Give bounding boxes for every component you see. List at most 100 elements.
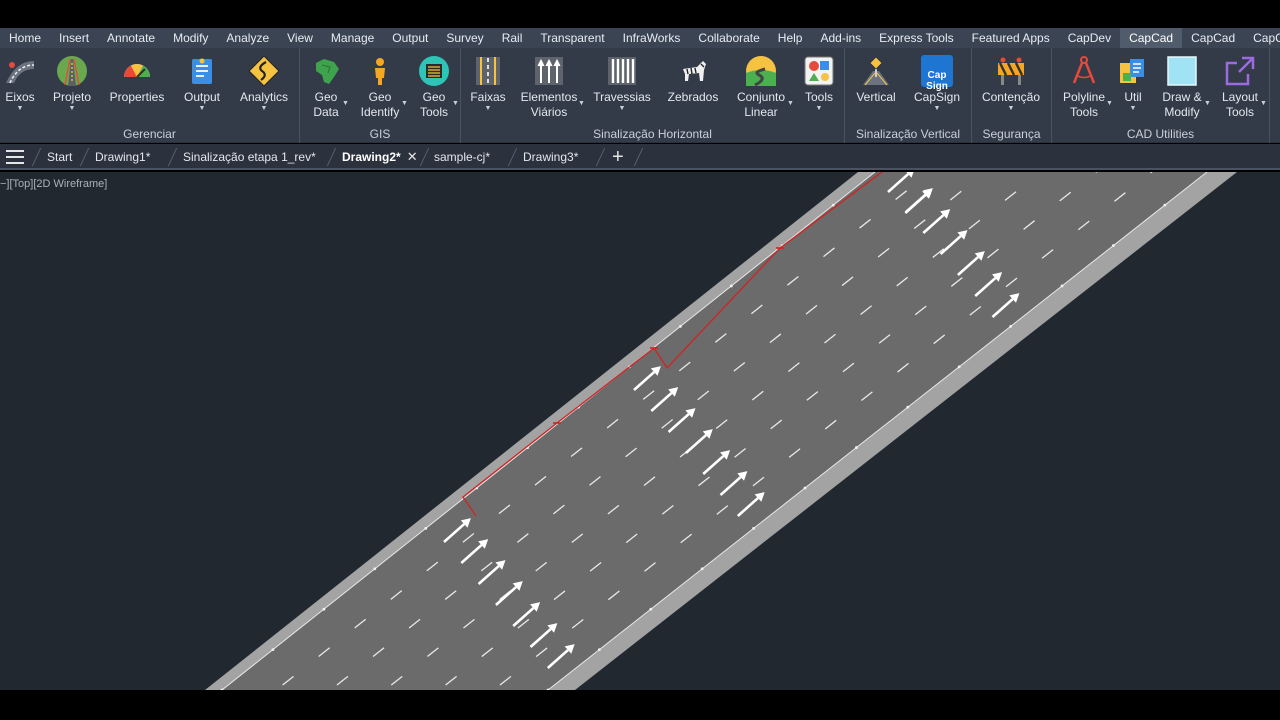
drawing-viewport[interactable]: −][Top][2D Wireframe] — [0, 172, 1280, 690]
chevron-down-icon: ▼ — [484, 105, 492, 112]
tab-separator — [326, 148, 337, 166]
calculator-util-icon — [1120, 59, 1144, 83]
capsign-logo-text: Cap Sign — [926, 70, 948, 92]
ribbon: Eixos ▼ Projeto ▼ Properties Output ▼ An… — [0, 48, 1280, 143]
ribbon-tab-view[interactable]: View — [278, 28, 322, 48]
road-curve-icon — [6, 61, 35, 84]
ribbon-tab-infraworks[interactable]: InfraWorks — [614, 28, 690, 48]
ribbon-tab-home[interactable]: Home — [0, 28, 50, 48]
tab-sinalizacao-etapa[interactable]: Sinalização etapa 1_rev* — [183, 144, 316, 170]
ribbon-tab-bar: Home Insert Annotate Modify Analyze View… — [0, 28, 1280, 48]
edge-delineator — [1163, 203, 1167, 207]
capsign-logo-icon: Cap Sign — [921, 55, 953, 92]
person-identify-icon — [375, 58, 385, 85]
panel-sinalizacao-horizontal: Faixas ▼ Elementos Viários ▼ Travessias … — [461, 48, 845, 143]
ribbon-tab-help[interactable]: Help — [769, 28, 812, 48]
shapes-tools-icon — [804, 56, 834, 86]
tab-drawing3[interactable]: Drawing3* — [523, 144, 578, 170]
chevron-down-icon: ▼ — [618, 105, 626, 112]
ribbon-tab-output[interactable]: Output — [383, 28, 437, 48]
tab-separator — [507, 148, 518, 166]
gauge-icon — [124, 64, 150, 78]
crosswalk-icon — [608, 57, 636, 85]
chevron-down-icon: ▼ — [260, 105, 268, 112]
ribbon-tab-addins[interactable]: Add-ins — [811, 28, 870, 48]
edge-delineator — [855, 446, 858, 449]
edge-delineator — [1009, 324, 1013, 328]
chevron-down-icon: ▼ — [578, 100, 585, 107]
new-tab-plus-icon[interactable]: + — [612, 146, 624, 168]
ribbon-tab-transparent[interactable]: Transparent — [531, 28, 613, 48]
edge-delineator — [322, 607, 326, 611]
edge-delineator — [831, 203, 835, 207]
ribbon-tab-insert[interactable]: Insert — [50, 28, 98, 48]
road-sign-post-icon — [863, 56, 889, 86]
ribbon-tab-featured-apps[interactable]: Featured Apps — [963, 28, 1059, 48]
ribbon-tab-annotate[interactable]: Annotate — [98, 28, 164, 48]
panel-title-gerenciar: Gerenciar — [123, 127, 176, 141]
edge-delineator — [1060, 284, 1064, 288]
output-button[interactable]: Output ▼ — [170, 53, 234, 113]
ribbon-tab-modify[interactable]: Modify — [164, 28, 217, 48]
panel-title-seguranca: Segurança — [982, 127, 1041, 141]
tab-separator — [633, 148, 644, 166]
faixas-button[interactable]: Faixas ▼ — [456, 53, 520, 113]
ribbon-tab-analyze[interactable]: Analyze — [217, 28, 278, 48]
edge-delineator — [957, 365, 961, 369]
conjunto-linear-button[interactable]: Conjunto Linear — [729, 53, 793, 120]
tab-separator — [167, 148, 178, 166]
properties-button[interactable]: Properties — [105, 53, 169, 105]
layout-tools-button[interactable]: Layout Tools — [1208, 53, 1272, 120]
ribbon-tab-survey[interactable]: Survey — [437, 28, 492, 48]
analytics-button[interactable]: Analytics ▼ — [232, 53, 296, 113]
ribbon-tab-capcad-active[interactable]: CapCad — [1120, 28, 1183, 48]
hamburger-menu-icon[interactable] — [6, 150, 24, 164]
tab-drawing1[interactable]: Drawing1* — [95, 144, 150, 170]
ribbon-tab-capcad-3[interactable]: CapCad — [1244, 28, 1280, 48]
edge-delineator — [373, 567, 377, 571]
ribbon-tab-rail[interactable]: Rail — [493, 28, 532, 48]
tab-separator — [31, 148, 42, 166]
ribbon-tab-collaborate[interactable]: Collaborate — [689, 28, 768, 48]
chevron-down-icon: ▼ — [198, 105, 206, 112]
capsign-button[interactable]: Cap Sign CapSign ▼ — [905, 53, 969, 113]
draw-square-icon — [1167, 56, 1197, 86]
ribbon-tab-capcad-2[interactable]: CapCad — [1182, 28, 1244, 48]
panel-title-sinalizacao-vertical: Sinalização Vertical — [855, 127, 961, 141]
close-tab-icon[interactable]: ✕ — [407, 149, 418, 164]
edge-delineator — [424, 526, 428, 530]
projeto-button[interactable]: Projeto ▼ — [40, 53, 104, 113]
lane-stripes-icon — [476, 57, 500, 85]
chevron-down-icon: ▼ — [1007, 105, 1015, 112]
panel-gerenciar: Eixos ▼ Projeto ▼ Properties Output ▼ An… — [0, 48, 300, 143]
tab-separator — [419, 148, 430, 166]
travessias-button[interactable]: Travessias ▼ — [590, 53, 654, 113]
vertical-button[interactable]: Vertical — [844, 53, 908, 105]
document-tab-bar: Start Drawing1* Sinalização etapa 1_rev*… — [0, 144, 1280, 170]
tab-sample-cj[interactable]: sample-cj* — [434, 144, 490, 170]
elementos-viarios-button[interactable]: Elementos Viários — [517, 53, 581, 120]
letterbox-bottom — [0, 690, 1280, 720]
horizontal-tools-button[interactable]: Tools ▼ — [787, 53, 851, 113]
edge-delineator — [679, 324, 682, 328]
edge-delineator — [803, 486, 807, 490]
tab-drawing2-active[interactable]: Drawing2* ✕ — [342, 144, 418, 170]
tab-start[interactable]: Start — [47, 144, 72, 170]
zebrados-button[interactable]: Zebrados — [661, 53, 725, 105]
barrier-icon — [998, 57, 1024, 85]
draw-modify-button[interactable]: Draw & Modify — [1150, 53, 1214, 120]
ribbon-tab-express-tools[interactable]: Express Tools — [870, 28, 962, 48]
lane-arrows-icon — [535, 57, 563, 85]
panel-title-cad-utilities: CAD Utilities — [1126, 127, 1195, 141]
panel-cad-utilities: Polyline Tools ▼ Util ▼ Draw & Modify ▼ — [1052, 48, 1270, 143]
contencao-button[interactable]: Contenção ▼ — [979, 53, 1043, 113]
letterbox-top — [0, 0, 1280, 28]
ribbon-tab-capdev[interactable]: CapDev — [1059, 28, 1120, 48]
panel-seguranca: Contenção ▼ Segurança — [972, 48, 1052, 143]
edge-delineator — [649, 607, 653, 611]
edge-delineator — [752, 526, 756, 530]
road-drawing-canvas — [205, 172, 1237, 690]
viewport-controls-label[interactable]: −][Top][2D Wireframe] — [0, 178, 107, 190]
panel-title-gis: GIS — [369, 127, 391, 141]
ribbon-tab-manage[interactable]: Manage — [322, 28, 383, 48]
